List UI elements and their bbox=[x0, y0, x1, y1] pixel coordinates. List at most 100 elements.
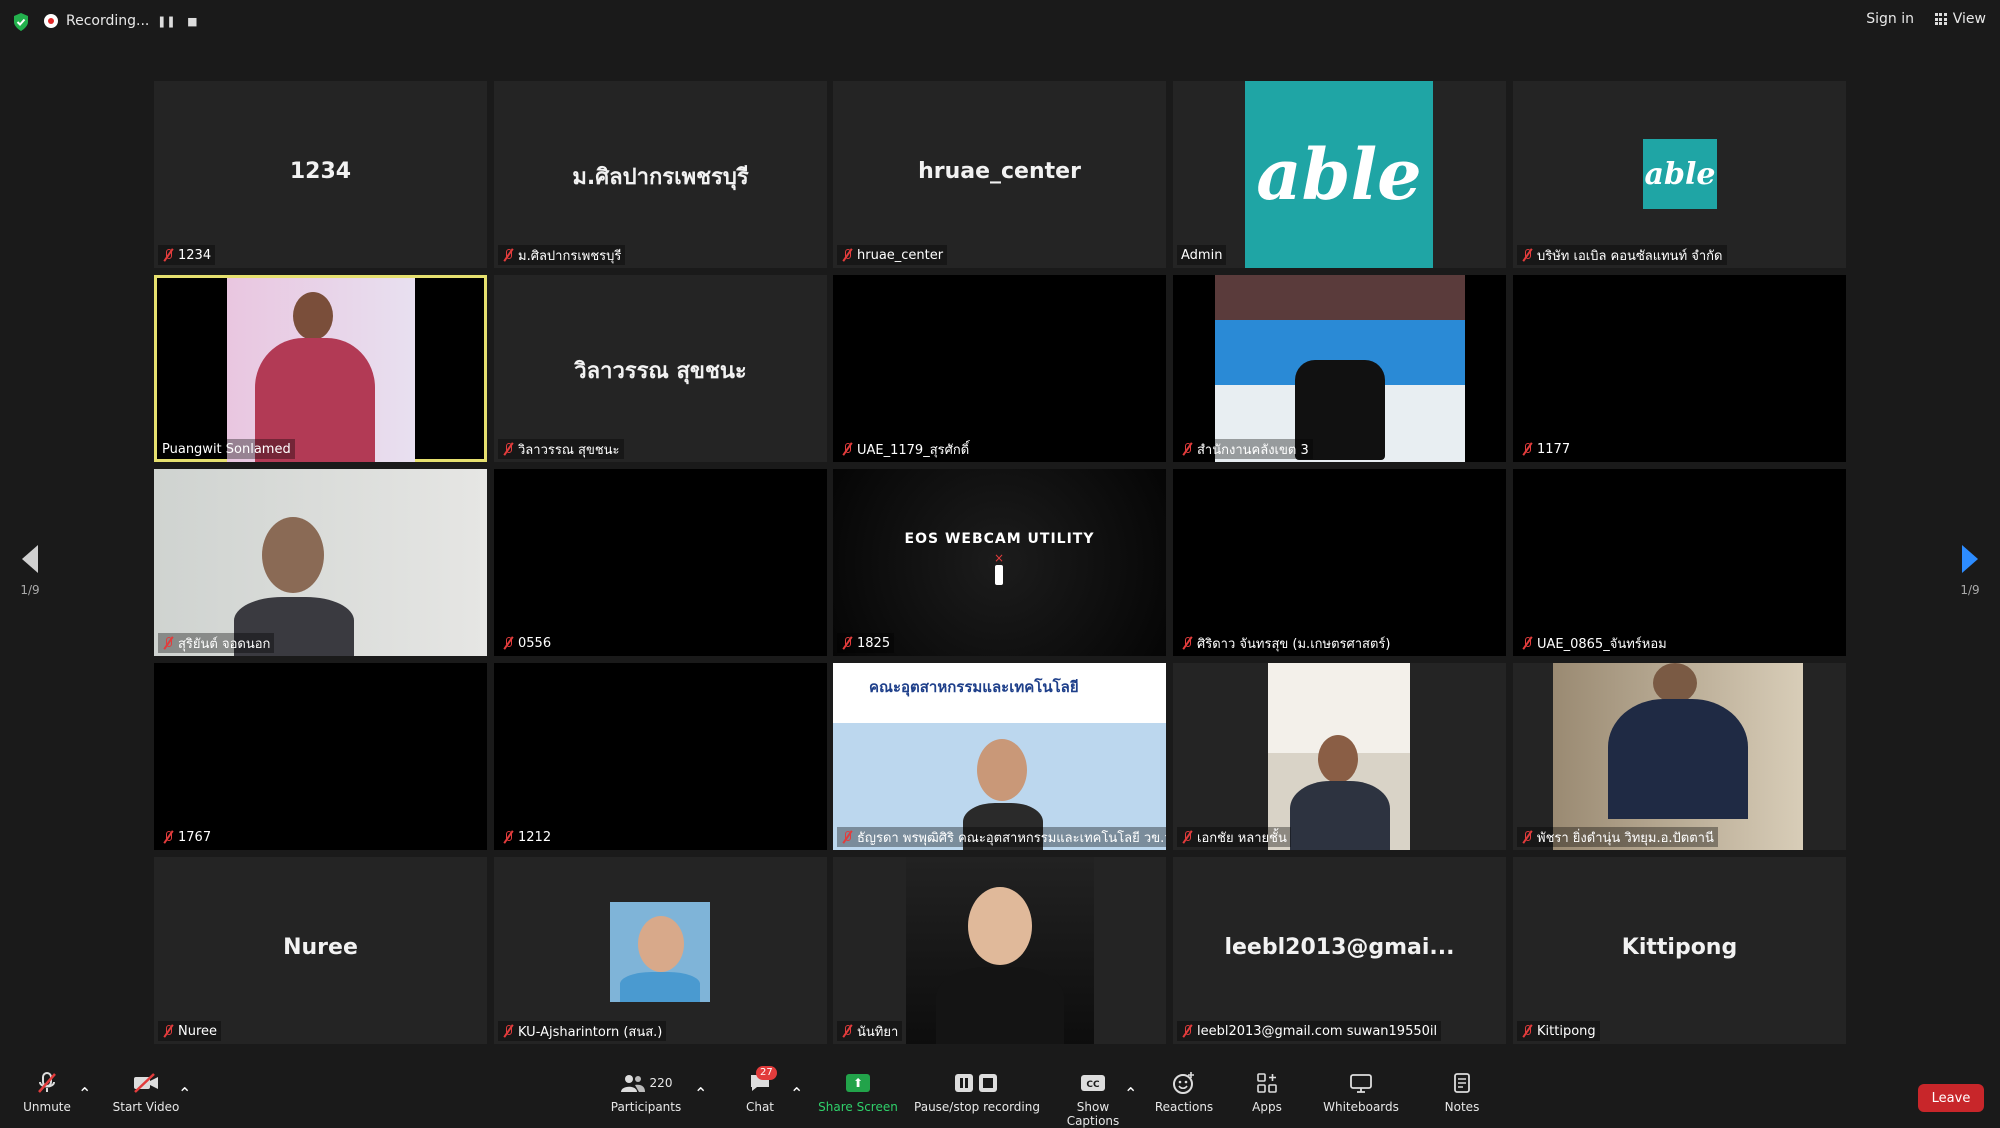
mic-muted-icon bbox=[502, 1024, 514, 1038]
participant-label: 1234 bbox=[158, 245, 216, 265]
mic-muted-icon bbox=[841, 248, 853, 262]
mic-muted-icon bbox=[1181, 442, 1193, 456]
participant-name: สุริยันต์ จอดนอก bbox=[178, 636, 271, 652]
participant-tile[interactable]: UAE_1179_สุรศักดิ์ bbox=[833, 275, 1166, 462]
unmute-label: Unmute bbox=[23, 1100, 71, 1114]
share-screen-label: Share Screen bbox=[818, 1100, 898, 1114]
participant-label: Kittipong bbox=[1517, 1021, 1600, 1041]
participant-avatar bbox=[610, 902, 710, 1002]
participant-label: สุริยันต์ จอดนอก bbox=[158, 633, 275, 653]
stop-recording-icon[interactable]: ■ bbox=[183, 12, 201, 30]
view-button[interactable]: View bbox=[1934, 11, 1986, 27]
sign-in-link[interactable]: Sign in bbox=[1866, 11, 1914, 27]
participant-name: 1767 bbox=[178, 829, 212, 845]
participant-tile[interactable]: 1212 bbox=[494, 663, 827, 850]
mic-muted-icon bbox=[1181, 636, 1193, 650]
able-logo: able bbox=[1245, 81, 1433, 268]
pause-stop-recording-button[interactable]: Pause/stop recording bbox=[914, 1070, 1040, 1114]
participant-tile[interactable]: hruae_center hruae_center bbox=[833, 81, 1166, 268]
recording-indicator: Recording... ❚❚ ■ bbox=[44, 8, 201, 34]
participant-display-name: วิลาวรรณ สุขชนะ bbox=[574, 359, 747, 384]
chat-unread-badge: 27 bbox=[756, 1066, 777, 1080]
participant-label: Puangwit Sonlamed bbox=[158, 439, 295, 459]
participant-name: Kittipong bbox=[1537, 1023, 1596, 1039]
participant-tile[interactable]: นันทิยา bbox=[833, 857, 1166, 1044]
apps-icon bbox=[1250, 1070, 1284, 1096]
notes-button[interactable]: Notes bbox=[1444, 1070, 1480, 1114]
participant-tile[interactable]: 1767 bbox=[154, 663, 487, 850]
participant-tile[interactable]: ม.ศิลปากรเพชรบุรี ม.ศิลปากรเพชรบุรี bbox=[494, 81, 827, 268]
participant-name: พัชรา ยิ่งดำนุ่น วิทยุม.อ.ปัตตานี bbox=[1537, 830, 1714, 846]
previous-page-button[interactable]: 1/9 bbox=[10, 545, 50, 597]
participant-label: วิลาวรรณ สุขชนะ bbox=[498, 439, 624, 459]
leave-meeting-button[interactable]: Leave bbox=[1918, 1084, 1984, 1112]
mic-muted-icon bbox=[162, 636, 174, 650]
participant-display-name: leebl2013@gmai... bbox=[1224, 935, 1455, 960]
participant-name: UAE_1179_สุรศักดิ์ bbox=[857, 442, 970, 458]
participant-name: เอกชัย หลายชั้น bbox=[1197, 830, 1287, 846]
chat-button[interactable]: 27 Chat bbox=[740, 1066, 780, 1114]
participant-display-name: Kittipong bbox=[1621, 935, 1738, 960]
chat-options-chevron-icon[interactable]: ⌃ bbox=[790, 1084, 803, 1103]
mic-muted-icon bbox=[502, 442, 514, 456]
participant-name: 1825 bbox=[857, 635, 891, 651]
participant-tile[interactable]: เอกชัย หลายชั้น bbox=[1173, 663, 1506, 850]
participant-tile[interactable]: ศิริดาว จันทรสุข (ม.เกษตรศาสตร์) bbox=[1173, 469, 1506, 656]
participant-tile[interactable]: leebl2013@gmai... leebl2013@gmail.com su… bbox=[1173, 857, 1506, 1044]
participant-tile-active-speaker[interactable]: Puangwit Sonlamed bbox=[154, 275, 487, 462]
participant-tile[interactable]: Kittipong Kittipong bbox=[1513, 857, 1846, 1044]
participant-tile[interactable]: พัชรา ยิ่งดำนุ่น วิทยุม.อ.ปัตตานี bbox=[1513, 663, 1846, 850]
share-screen-button[interactable]: ⬆ Share Screen bbox=[818, 1070, 898, 1114]
meeting-toolbar: Unmute ⌃ Start Video ⌃ 220 Participants … bbox=[0, 1062, 2000, 1128]
video-options-chevron-icon[interactable]: ⌃ bbox=[178, 1084, 191, 1103]
participant-label: นันทิยา bbox=[837, 1021, 903, 1041]
reactions-button[interactable]: Reactions bbox=[1152, 1070, 1216, 1114]
notes-label: Notes bbox=[1444, 1100, 1480, 1114]
apps-button[interactable]: Apps bbox=[1250, 1070, 1284, 1114]
participant-tile[interactable]: สำนักงานคลังเขต 3 bbox=[1173, 275, 1506, 462]
participant-tile[interactable]: UAE_0865_จันทร์หอม bbox=[1513, 469, 1846, 656]
participant-name: บริษัท เอเบิล คอนซัลแทนท์ จำกัด bbox=[1537, 248, 1723, 264]
pause-stop-icon bbox=[914, 1070, 1040, 1096]
participant-name: UAE_0865_จันทร์หอม bbox=[1537, 636, 1667, 652]
participant-tile[interactable]: able บริษัท เอเบิล คอนซัลแทนท์ จำกัด bbox=[1513, 81, 1846, 268]
participant-tile[interactable]: KU-Ajsharintorn (สนส.) bbox=[494, 857, 827, 1044]
participant-tile[interactable]: สุริยันต์ จอดนอก bbox=[154, 469, 487, 656]
participant-name: 1234 bbox=[178, 247, 212, 263]
mic-muted-icon bbox=[841, 1024, 853, 1038]
pause-stop-recording-label: Pause/stop recording bbox=[914, 1100, 1040, 1114]
participant-name: KU-Ajsharintorn (สนส.) bbox=[518, 1024, 663, 1040]
participant-tile[interactable]: able Admin bbox=[1173, 81, 1506, 268]
captions-options-chevron-icon[interactable]: ⌃ bbox=[1124, 1084, 1137, 1103]
show-captions-label: Show Captions bbox=[1066, 1100, 1120, 1128]
mic-muted-icon bbox=[162, 248, 174, 262]
participant-video bbox=[1268, 663, 1410, 850]
participant-tile[interactable]: EOS WEBCAM UTILITY 1825 bbox=[833, 469, 1166, 656]
participant-label: 0556 bbox=[498, 633, 556, 653]
recording-label: Recording... bbox=[66, 13, 150, 29]
participant-tile[interactable]: 1177 bbox=[1513, 275, 1846, 462]
participant-label: บริษัท เอเบิล คอนซัลแทนท์ จำกัด bbox=[1517, 245, 1727, 265]
participant-name: 0556 bbox=[518, 635, 552, 651]
page-indicator-left: 1/9 bbox=[20, 583, 40, 597]
participant-display-name: hruae_center bbox=[918, 159, 1081, 184]
participant-tile[interactable]: 1234 1234 bbox=[154, 81, 487, 268]
security-shield-icon[interactable] bbox=[12, 12, 30, 32]
microphone-muted-icon bbox=[18, 1070, 76, 1096]
mic-muted-icon bbox=[1181, 1024, 1193, 1038]
participants-label: Participants bbox=[610, 1100, 682, 1114]
participants-button[interactable]: 220 Participants bbox=[606, 1070, 686, 1114]
pause-recording-icon[interactable]: ❚❚ bbox=[157, 12, 175, 30]
whiteboards-button[interactable]: Whiteboards bbox=[1318, 1070, 1404, 1114]
notes-icon bbox=[1444, 1070, 1480, 1096]
unmute-button[interactable]: Unmute bbox=[18, 1070, 76, 1114]
participant-tile[interactable]: คณะอุตสาหกรรมและเทคโนโลยี ธัญรดา พรพุฒิศ… bbox=[833, 663, 1166, 850]
participant-tile[interactable]: Nuree Nuree bbox=[154, 857, 487, 1044]
next-page-button[interactable]: 1/9 bbox=[1950, 545, 1990, 597]
video-off-icon bbox=[108, 1070, 184, 1096]
audio-options-chevron-icon[interactable]: ⌃ bbox=[78, 1084, 91, 1103]
start-video-button[interactable]: Start Video bbox=[108, 1070, 184, 1114]
participant-tile[interactable]: 0556 bbox=[494, 469, 827, 656]
participant-tile[interactable]: วิลาวรรณ สุขชนะ วิลาวรรณ สุขชนะ bbox=[494, 275, 827, 462]
participants-options-chevron-icon[interactable]: ⌃ bbox=[694, 1084, 707, 1103]
